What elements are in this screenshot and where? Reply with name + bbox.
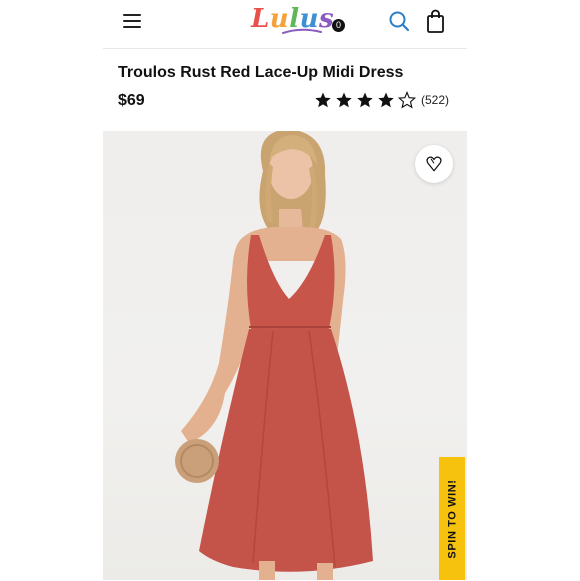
review-count[interactable]: (522)	[421, 93, 449, 107]
star-outline-icon	[397, 91, 417, 109]
spin-to-win-tab[interactable]: SPIN TO WIN!	[439, 457, 465, 580]
star-icon	[315, 92, 331, 108]
model-figure	[175, 131, 373, 580]
product-title: Troulos Rust Red Lace-Up Midi Dress	[118, 64, 404, 81]
star-icon	[336, 92, 352, 108]
logo-swoosh-icon	[282, 28, 322, 34]
cart-count-badge: 0	[332, 19, 345, 32]
menu-icon[interactable]	[123, 14, 141, 28]
shopping-bag-icon[interactable]	[425, 8, 453, 36]
star-icon	[378, 92, 394, 108]
search-icon[interactable]	[388, 10, 410, 32]
top-nav-bar: Lulus	[103, 0, 467, 49]
product-rating[interactable]: (522)	[313, 90, 449, 110]
heart-icon	[426, 156, 442, 172]
product-image[interactable]	[103, 131, 467, 580]
star-icon	[357, 92, 373, 108]
product-price: $69	[118, 92, 145, 109]
spin-to-win-label: SPIN TO WIN!	[446, 479, 459, 559]
favorite-button[interactable]	[415, 145, 453, 183]
